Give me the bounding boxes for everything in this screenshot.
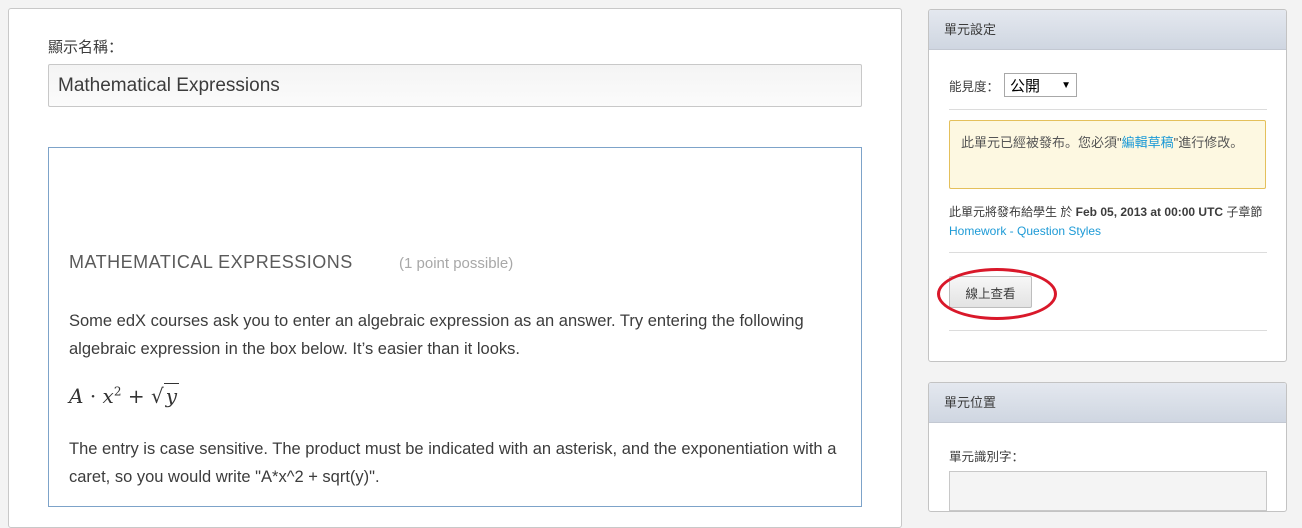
formula-x: x [102, 384, 114, 408]
problem-intro-text: Some edX courses ask you to enter an alg… [69, 312, 804, 358]
unit-location-header: 單元位置 [929, 383, 1286, 423]
release-suffix: 子章節 [1223, 205, 1263, 219]
display-name-label: 顯示名稱： [48, 39, 124, 56]
divider [949, 109, 1267, 110]
release-info: 此單元將發布給學生 於 Feb 05, 2013 at 00:00 UTC 子章… [949, 203, 1262, 220]
formula-sqrt: √ [150, 384, 164, 408]
problem-preview[interactable]: Mathematical Expressions (1 point possib… [48, 147, 862, 507]
unit-id-field[interactable] [949, 471, 1267, 511]
visibility-row: 能見度： 公開 ▼ [949, 73, 1078, 97]
unit-settings-header: 單元設定 [929, 10, 1286, 50]
formula-exponent: 2 [113, 384, 122, 399]
divider [949, 330, 1267, 331]
unit-settings-panel: 單元設定 能見度： 公開 ▼ 此單元已經被發布。您必須"編輯草稿"進行修改。 此… [928, 9, 1287, 362]
visibility-value: 公開 [1010, 77, 1041, 95]
release-date: Feb 05, 2013 at 00:00 UTC [1075, 205, 1224, 219]
formula-a: A [69, 384, 84, 408]
visibility-select[interactable]: 公開 ▼ [1004, 73, 1078, 97]
formula-y: y [163, 383, 179, 408]
chevron-down-icon: ▼ [1061, 79, 1072, 91]
display-name-input[interactable] [48, 64, 862, 107]
formula-dot: · [89, 384, 97, 408]
visibility-label: 能見度： [949, 79, 1000, 94]
unit-id-label: 單元識別字： [949, 450, 1025, 464]
problem-instructions: The entry is case sensitive. The product… [69, 440, 837, 486]
subsection-link[interactable]: Homework - Question Styles [949, 224, 1101, 238]
math-formula: A · x2 + √ y [69, 383, 179, 408]
warning-suffix: "進行修改。 [1173, 135, 1244, 150]
view-live-button[interactable]: 線上查看 [949, 276, 1032, 308]
warning-prefix: 此單元已經被發布。您必須" [961, 135, 1122, 150]
published-warning: 此單元已經被發布。您必須"編輯草稿"進行修改。 [949, 120, 1266, 189]
problem-points: (1 point possible) [399, 255, 514, 272]
edit-draft-link[interactable]: 編輯草稿 [1122, 135, 1174, 150]
release-prefix: 此單元將發布給學生 於 [949, 205, 1076, 219]
formula-plus: + [127, 384, 145, 408]
divider [949, 252, 1267, 253]
unit-location-panel: 單元位置 單元識別字： [928, 382, 1287, 512]
problem-title: Mathematical Expressions [69, 252, 353, 272]
